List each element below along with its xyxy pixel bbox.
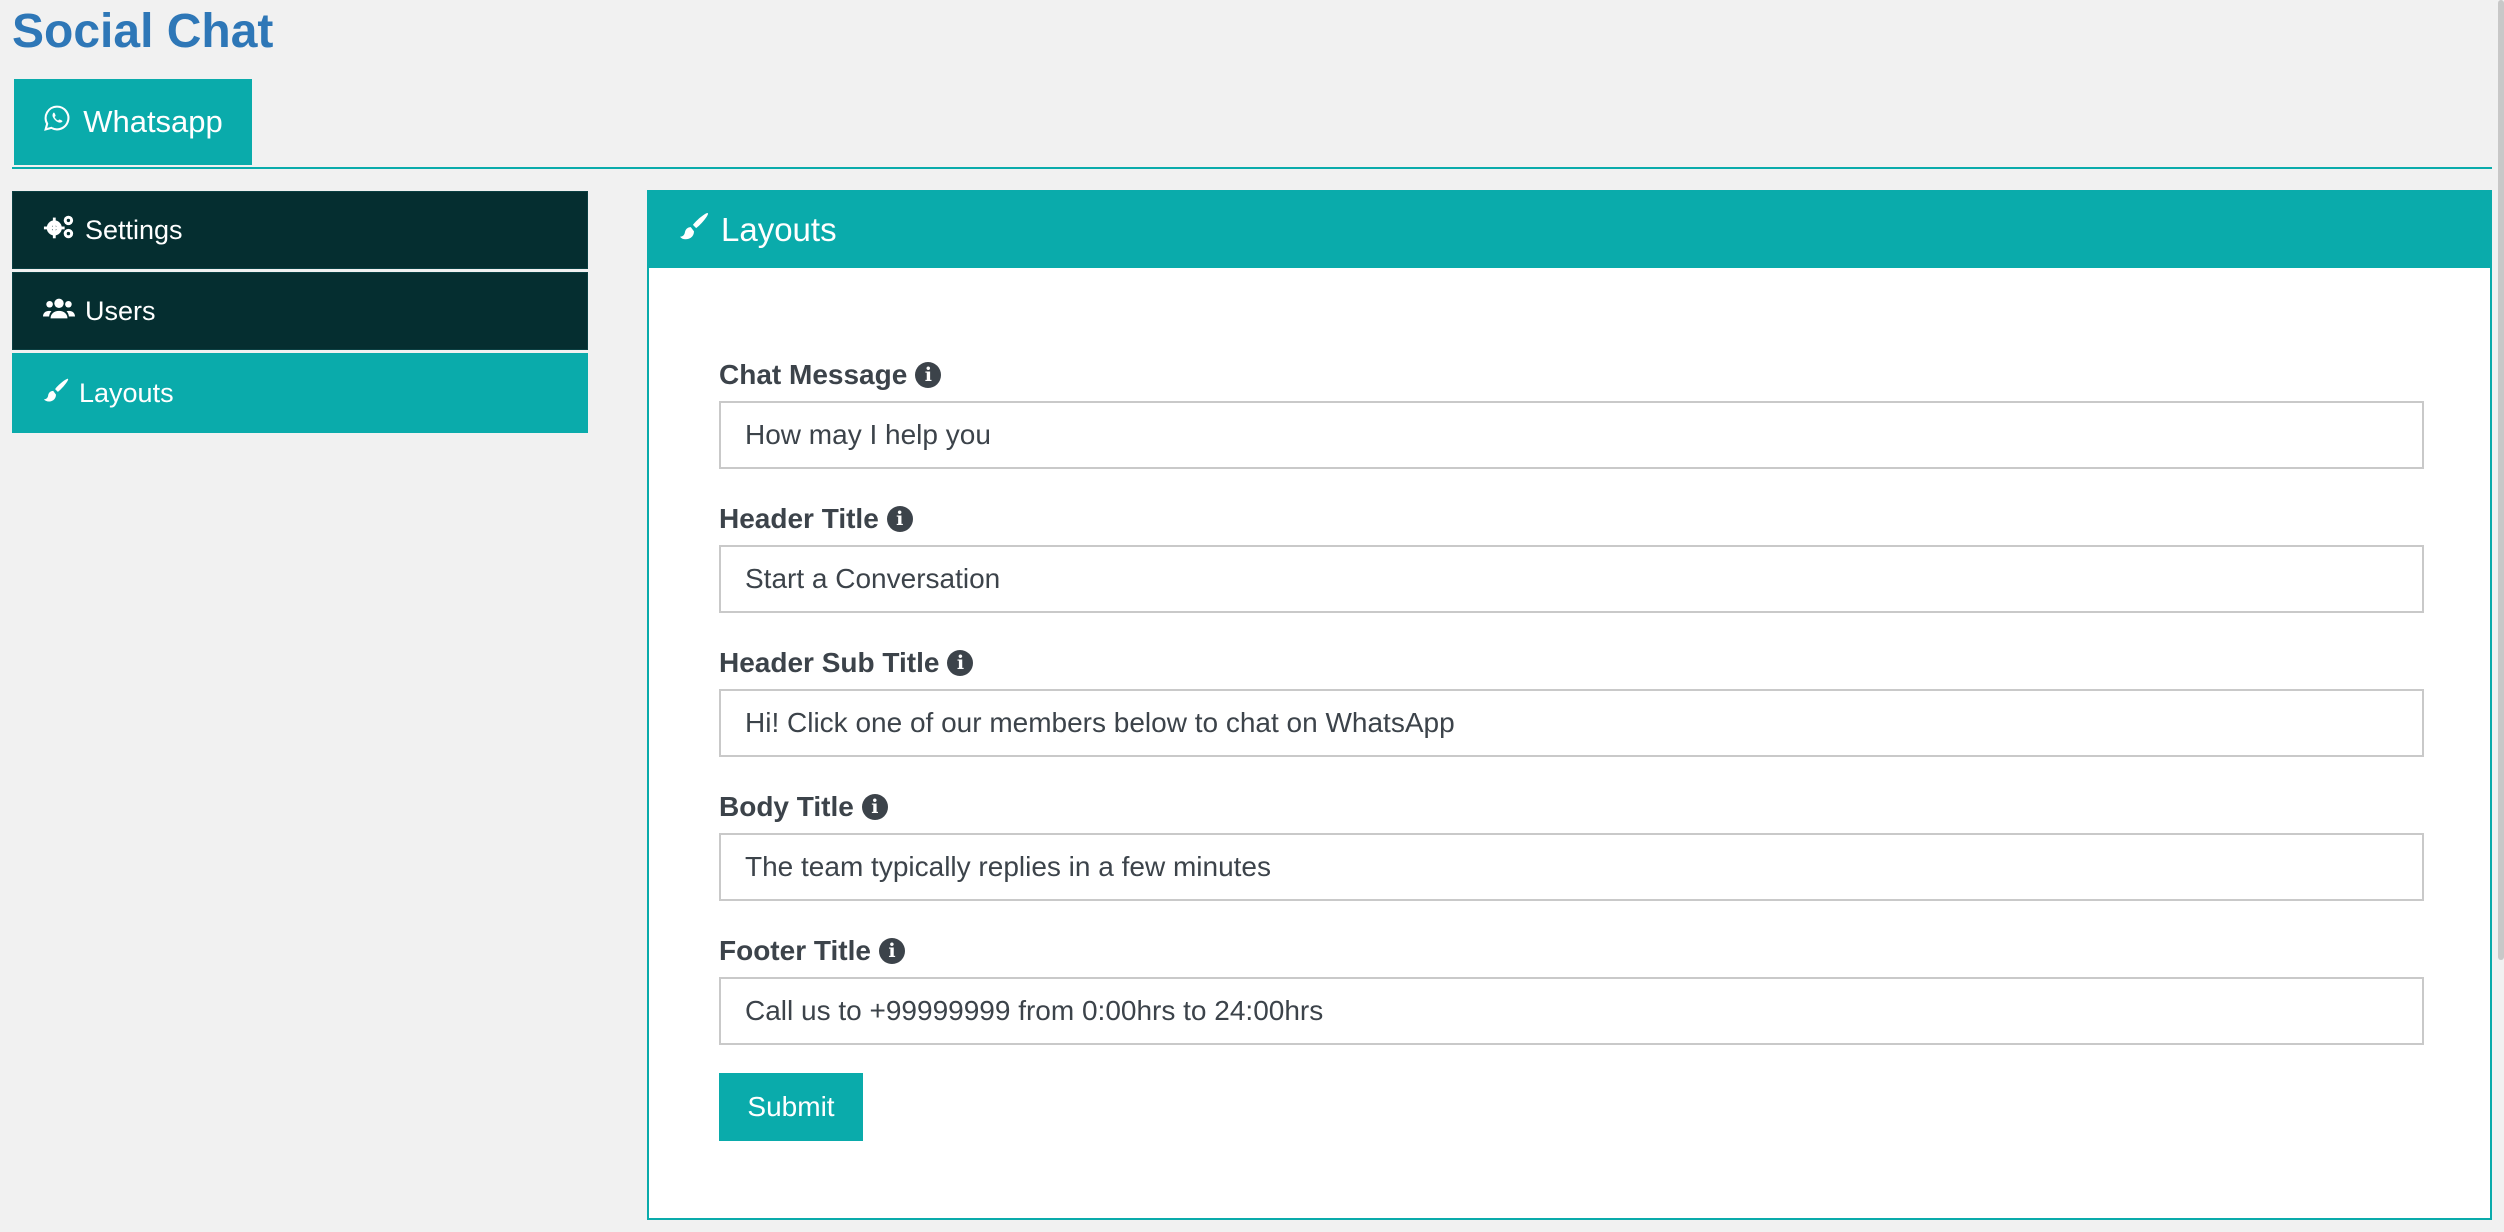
field-chat-message: Chat Message i xyxy=(719,357,2424,469)
field-header-title: Header Title i xyxy=(719,501,2424,613)
field-header-sub-title: Header Sub Title i xyxy=(719,645,2424,757)
body-title-input[interactable] xyxy=(719,833,2424,901)
info-icon[interactable]: i xyxy=(915,362,942,388)
sidebar-item-label: Layouts xyxy=(79,377,174,408)
page-title: Social Chat xyxy=(12,5,274,58)
users-icon xyxy=(43,294,75,329)
info-icon[interactable]: i xyxy=(878,938,905,964)
field-label: Header Sub Title xyxy=(719,647,940,678)
page-scrollbar[interactable] xyxy=(2498,0,2504,960)
layouts-form: Chat Message i Header Title i Header Sub… xyxy=(719,357,2424,1141)
tab-whatsapp-label: Whatsapp xyxy=(83,104,223,139)
sidebar: Settings Users Layouts xyxy=(12,191,588,436)
sidebar-item-label: Settings xyxy=(85,214,183,245)
info-icon[interactable]: i xyxy=(886,506,913,532)
chat-message-input[interactable] xyxy=(719,401,2424,469)
layouts-panel: Layouts Chat Message i Header Title i He… xyxy=(647,190,2492,1220)
sidebar-item-users[interactable]: Users xyxy=(12,272,588,350)
info-icon[interactable]: i xyxy=(861,794,888,820)
panel-title: Layouts xyxy=(721,211,837,248)
tab-whatsapp[interactable]: Whatsapp xyxy=(14,79,252,165)
header-title-input[interactable] xyxy=(719,545,2424,613)
sidebar-item-label: Users xyxy=(85,295,156,326)
tab-divider xyxy=(12,167,2492,169)
sidebar-item-layouts[interactable]: Layouts xyxy=(12,353,588,433)
field-body-title: Body Title i xyxy=(719,789,2424,901)
footer-title-input[interactable] xyxy=(719,977,2424,1045)
sidebar-item-settings[interactable]: Settings xyxy=(12,191,588,269)
brush-icon xyxy=(679,211,709,249)
field-label: Chat Message xyxy=(719,359,908,390)
info-icon[interactable]: i xyxy=(947,650,974,676)
field-footer-title: Footer Title i xyxy=(719,933,2424,1045)
field-label: Header Title xyxy=(719,503,879,534)
whatsapp-icon xyxy=(43,104,71,140)
panel-header: Layouts xyxy=(649,192,2490,268)
brush-icon xyxy=(43,377,69,410)
field-label: Body Title xyxy=(719,791,854,822)
header-sub-title-input[interactable] xyxy=(719,689,2424,757)
gears-icon xyxy=(43,213,75,248)
field-label: Footer Title xyxy=(719,935,871,966)
submit-button[interactable]: Submit xyxy=(719,1073,863,1141)
